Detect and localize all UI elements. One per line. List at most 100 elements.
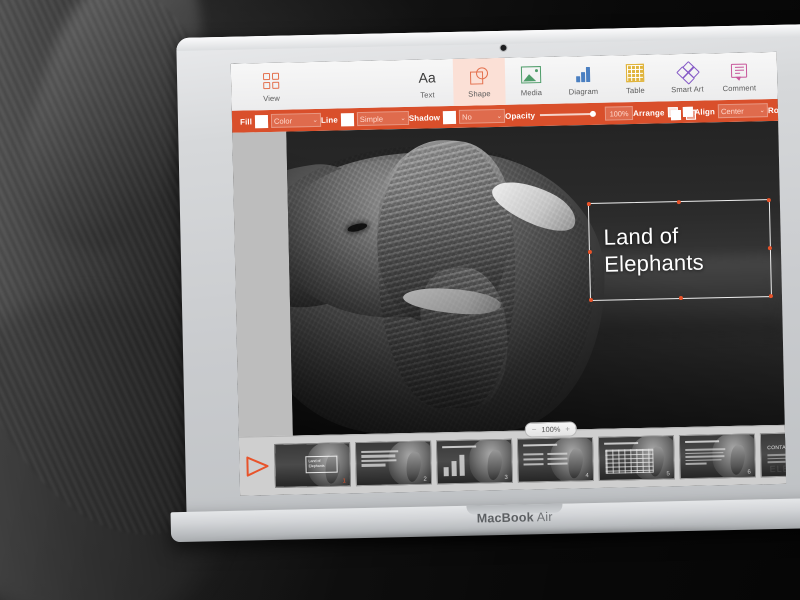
- thumb-textbox-1: Land of Elephants: [305, 455, 338, 474]
- text-aa-icon: Aa: [418, 68, 436, 86]
- opacity-slider-knob[interactable]: [590, 110, 597, 117]
- fill-value: Color: [273, 115, 293, 126]
- smart-art-icon: [676, 60, 700, 85]
- thumb-text-1b: Elephants: [308, 463, 325, 469]
- ribbon-group-fill: Fill Color ⌄: [239, 112, 322, 129]
- align-label: Align: [694, 106, 716, 117]
- resize-handle-bottom-right[interactable]: [768, 294, 773, 299]
- bring-forward-icon[interactable]: [667, 106, 681, 120]
- toolbar-item-smart-art[interactable]: Smart Art: [661, 53, 714, 101]
- slide-thumbnail-6[interactable]: 6: [678, 433, 756, 480]
- selected-text-box[interactable]: Land of Elephants: [586, 198, 773, 303]
- shadow-value: No: [461, 112, 472, 122]
- comment-icon: [730, 60, 748, 80]
- presentation-app: View Aa Text Shape Media Diagram Table S…: [230, 51, 787, 496]
- thumb-table-5: [605, 448, 654, 474]
- fill-label: Fill: [239, 116, 253, 127]
- fill-color-swatch[interactable]: [254, 114, 269, 128]
- table-grid-icon: [625, 62, 645, 82]
- zoom-out-button[interactable]: −: [532, 425, 537, 434]
- zoom-level-value: 100%: [541, 424, 561, 435]
- toolbar-label-text: Text: [420, 89, 435, 100]
- toolbar-label-table: Table: [625, 85, 645, 95]
- toolbar-item-text[interactable]: Aa Text: [401, 59, 454, 107]
- slide-thumbnail-strip: − 100% + Land of Elephants 1 2 3 4 5 6 C…: [238, 421, 787, 496]
- rotate-label: Rotate: [767, 105, 787, 115]
- toolbar-label-diagram: Diagram: [568, 86, 599, 96]
- resize-handle-middle-right[interactable]: [767, 246, 772, 251]
- slide-canvas: Land of Elephants: [232, 120, 785, 437]
- slide-title-line-1: Land of: [603, 223, 679, 250]
- resize-handle-bottom-center[interactable]: [678, 296, 684, 301]
- webcam-icon: [500, 44, 507, 51]
- align-select[interactable]: Center ⌄: [717, 103, 769, 119]
- fill-select[interactable]: Color ⌄: [270, 112, 322, 128]
- thumb-number-3: 3: [504, 474, 508, 481]
- slide-thumbnail-3[interactable]: 3: [436, 438, 513, 485]
- arrange-label: Arrange: [632, 107, 665, 118]
- chevron-down-icon: ⌄: [312, 116, 319, 125]
- thumb-heading-7: CONTACT US: [767, 444, 787, 452]
- grid-view-icon: [262, 70, 280, 90]
- laptop-screen: View Aa Text Shape Media Diagram Table S…: [230, 51, 787, 496]
- zoom-control[interactable]: − 100% +: [524, 421, 578, 438]
- shadow-color-swatch[interactable]: [442, 110, 457, 124]
- toolbar-item-table[interactable]: Table: [609, 54, 662, 102]
- line-label: Line: [320, 114, 338, 125]
- zoom-in-button[interactable]: +: [565, 424, 570, 433]
- toolbar-item-view[interactable]: View: [245, 62, 298, 110]
- shape-icon: [469, 66, 489, 86]
- chevron-down-icon: ⌄: [759, 107, 766, 115]
- thumb-text-lines-2: [361, 450, 401, 468]
- resize-handle-bottom-left[interactable]: [588, 297, 594, 303]
- media-image-icon: [520, 65, 542, 85]
- resize-handle-top-left[interactable]: [586, 201, 591, 207]
- resize-handle-top-center[interactable]: [676, 200, 681, 205]
- bar-chart-icon: [576, 63, 590, 83]
- opacity-slider[interactable]: [540, 110, 597, 118]
- thumb-ghost-text-7: ELEPHANTS: [769, 462, 787, 475]
- toolbar-label-shape: Shape: [468, 88, 491, 99]
- lid-top-edge: [176, 23, 800, 51]
- slide-thumbnail-5[interactable]: 5: [597, 435, 675, 481]
- toolbar-item-shape[interactable]: Shape: [452, 57, 506, 106]
- chevron-down-icon: ⌄: [400, 115, 406, 123]
- macbook-air-mockup: View Aa Text Shape Media Diagram Table S…: [170, 16, 800, 553]
- toolbar-item-media[interactable]: Media: [505, 57, 558, 105]
- ribbon-group-line: Line Simple ⌄: [320, 110, 409, 127]
- line-color-swatch[interactable]: [340, 112, 354, 126]
- opacity-value[interactable]: 100%: [604, 106, 634, 121]
- resize-handle-middle-left[interactable]: [587, 249, 592, 255]
- slide-title-line-2: Elephants: [603, 249, 705, 277]
- play-presentation-button[interactable]: [245, 455, 269, 478]
- thumb-text-1a: Land of: [308, 458, 321, 464]
- current-slide[interactable]: Land of Elephants: [286, 120, 785, 436]
- slide-thumbnail-7[interactable]: CONTACT US ELEPHANTS 7: [759, 431, 787, 478]
- align-value: Center: [720, 106, 744, 116]
- toolbar-label-view: View: [263, 93, 280, 103]
- slide-thumbnail-4[interactable]: 4: [516, 437, 594, 483]
- slide-thumbnail-1[interactable]: Land of Elephants 1: [274, 442, 351, 488]
- shadow-select[interactable]: No ⌄: [458, 108, 506, 124]
- thumb-bar-chart-3: [443, 454, 465, 477]
- send-backward-icon[interactable]: [682, 106, 696, 120]
- ribbon-group-arrange: Arrange: [632, 106, 696, 120]
- thumb-number-6: 6: [747, 469, 751, 476]
- device-brand: MacBook: [476, 510, 534, 526]
- thumb-icon-grid-4: [523, 452, 568, 466]
- toolbar-item-comment[interactable]: Comment: [713, 52, 766, 100]
- opacity-label: Opacity: [504, 110, 536, 121]
- slide-thumbnail-2[interactable]: 2: [355, 440, 432, 487]
- thumb-number-4: 4: [585, 473, 589, 480]
- toolbar-label-media: Media: [520, 87, 543, 97]
- thumb-paragraph-6: [685, 448, 727, 467]
- ribbon-group-shadow: Shadow No ⌄: [409, 108, 506, 125]
- line-value: Simple: [359, 114, 384, 124]
- chevron-down-icon: ⌄: [496, 112, 503, 121]
- toolbar-label-comment: Comment: [722, 82, 757, 93]
- laptop-lid: View Aa Text Shape Media Diagram Table S…: [176, 23, 800, 518]
- device-model: Air: [536, 509, 553, 525]
- line-select[interactable]: Simple ⌄: [356, 110, 409, 127]
- toolbar-item-diagram[interactable]: Diagram: [557, 56, 610, 104]
